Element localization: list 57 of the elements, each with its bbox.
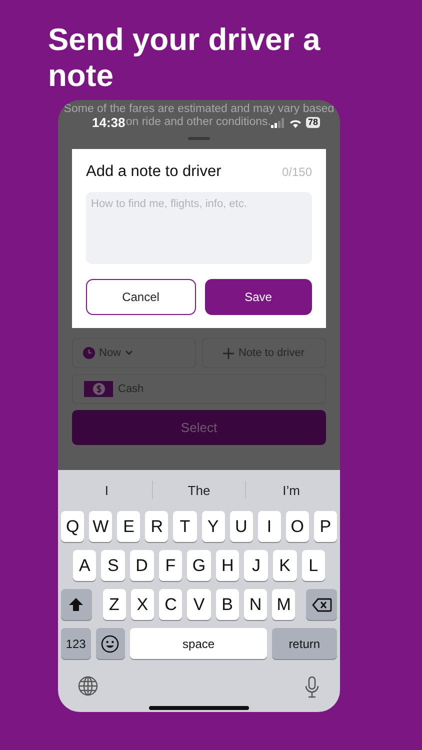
shift-icon	[68, 596, 84, 612]
keyboard-key[interactable]: O	[286, 511, 309, 542]
cash-icon	[84, 381, 113, 397]
keyboard-key[interactable]: F	[158, 550, 182, 581]
keyboard-key[interactable]: D	[130, 550, 154, 581]
keyboard-key[interactable]: Q	[61, 511, 84, 542]
disclaimer-text: Some of the fares are estimated and may vary based	[64, 103, 334, 116]
battery-level: 78	[306, 117, 320, 128]
emoji-icon	[101, 634, 120, 652]
signal-icon	[270, 118, 285, 128]
microphone-icon[interactable]	[304, 676, 320, 698]
plus-icon	[223, 348, 234, 358]
globe-icon[interactable]	[78, 676, 98, 696]
keyboard-key[interactable]: J	[244, 550, 268, 581]
keyboard-key[interactable]: P	[314, 511, 337, 542]
shift-key[interactable]	[61, 589, 92, 620]
keyboard-key[interactable]: A	[72, 550, 96, 581]
clock-icon	[83, 347, 95, 359]
emoji-key[interactable]	[96, 628, 126, 659]
disclaimer-text: on ride and other conditions.	[126, 116, 271, 129]
keyboard-key[interactable]: C	[159, 589, 182, 620]
dialog-title: Add a note to driver	[86, 163, 222, 181]
keyboard-key[interactable]: E	[117, 511, 140, 542]
word-suggestion[interactable]: I’m	[246, 482, 337, 498]
word-suggestion[interactable]: I	[61, 482, 152, 498]
headline: Send your driver a note	[47, 21, 322, 94]
backspace-icon	[312, 598, 332, 612]
keyboard-key[interactable]: G	[187, 550, 211, 581]
keyboard-key[interactable]: X	[130, 589, 154, 620]
note-field[interactable]: How to find me, flights, info, etc.	[86, 192, 312, 264]
status-time: 14:38	[92, 115, 126, 130]
keyboard-key[interactable]: M	[272, 589, 296, 620]
character-counter: 0/150	[282, 165, 312, 179]
keyboard-key[interactable]: R	[145, 511, 168, 542]
keyboard-key[interactable]: W	[89, 511, 112, 542]
keyboard-key[interactable]: U	[230, 511, 253, 542]
keyboard-key[interactable]: Y	[202, 511, 225, 542]
numbers-key[interactable]: 123	[61, 628, 91, 659]
return-key[interactable]: return	[272, 628, 337, 659]
keyboard-key[interactable]: H	[216, 550, 240, 581]
keyboard-key[interactable]: B	[216, 589, 239, 620]
chevron-icon	[125, 350, 134, 356]
backspace-key[interactable]	[306, 589, 337, 620]
keyboard-key[interactable]: N	[244, 589, 268, 620]
wifi-icon	[288, 118, 302, 128]
sheet-handle	[188, 137, 210, 140]
word-suggestion[interactable]: The	[153, 482, 245, 498]
space-key[interactable]: space	[130, 628, 267, 659]
keyboard-key[interactable]: Z	[102, 589, 126, 620]
cancel-button[interactable]: Cancel	[86, 279, 196, 315]
keyboard-key[interactable]: V	[187, 589, 211, 620]
keyboard-key[interactable]: S	[101, 550, 126, 581]
save-button[interactable]: Save	[204, 279, 312, 315]
keyboard-key[interactable]: K	[272, 550, 297, 581]
keyboard-key[interactable]: L	[302, 550, 326, 581]
keyboard-key[interactable]: T	[173, 511, 196, 542]
keyboard-key[interactable]: I	[258, 511, 281, 542]
